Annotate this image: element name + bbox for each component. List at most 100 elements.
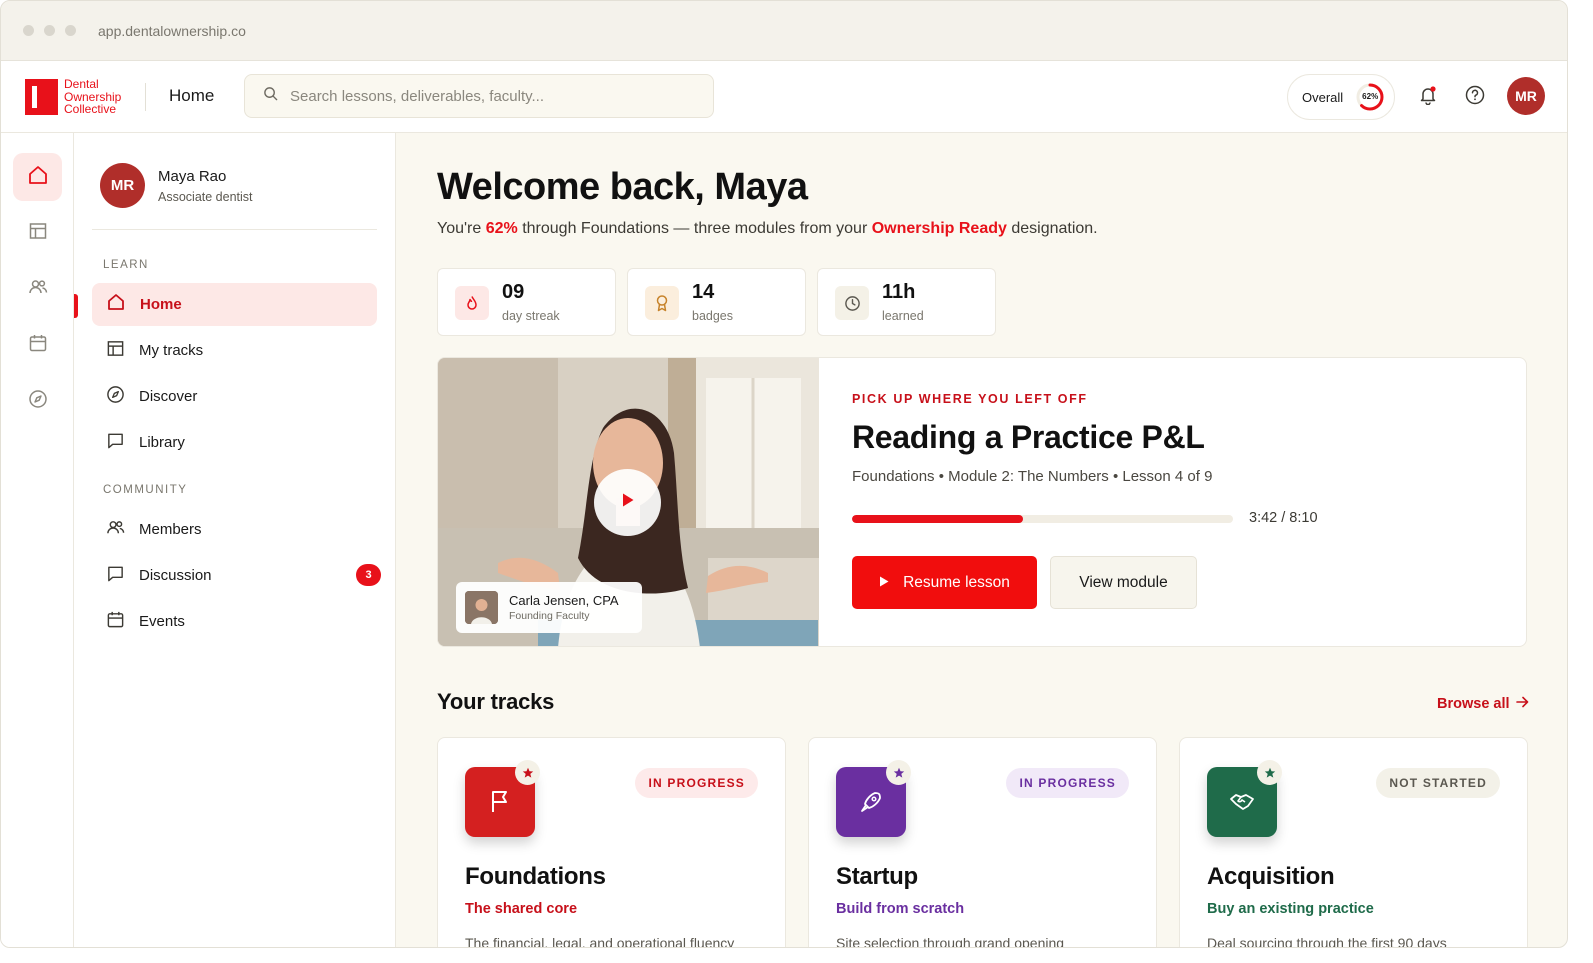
brand-logo[interactable]: Dental Ownership Collective [25, 78, 121, 116]
window-close-dot[interactable] [23, 25, 34, 36]
user-avatar[interactable]: MR [1507, 77, 1545, 115]
search-input[interactable] [290, 87, 690, 105]
rail-events[interactable] [13, 321, 62, 369]
lesson-progress-bar [852, 515, 1233, 523]
notifications-button[interactable] [1413, 82, 1443, 112]
stat-value: 11h [882, 281, 916, 303]
welcome-heading: Welcome back, Maya [437, 166, 808, 208]
sidebar-divider [92, 229, 377, 230]
sidebar: MR Maya Rao Associate dentist LEARN Home… [74, 133, 396, 947]
track-description: The financial, legal, and operational fl… [465, 935, 735, 948]
status-badge: IN PROGRESS [1006, 768, 1129, 798]
overall-progress-ring: 62% [1355, 82, 1385, 112]
track-card-foundations[interactable]: IN PROGRESS Foundations The shared core … [437, 737, 786, 948]
stat-value: 14 [692, 281, 715, 303]
address-bar[interactable]: app.dentalownership.co [98, 23, 246, 39]
overall-percent: 62% [1362, 92, 1379, 101]
sidebar-item-my-tracks[interactable]: My tracks [92, 329, 377, 372]
sidebar-item-label: Home [140, 296, 182, 313]
stat-label: day streak [502, 309, 560, 323]
sidebar-item-events[interactable]: Events [92, 600, 377, 643]
calendar-icon [28, 333, 48, 358]
star-icon [1257, 760, 1282, 785]
track-card-acquisition[interactable]: NOT STARTED Acquisition Buy an existing … [1179, 737, 1528, 948]
rail-members[interactable] [13, 265, 62, 313]
members-icon [28, 277, 48, 302]
lesson-progress-fill [852, 515, 1024, 523]
tracks-heading: Your tracks [437, 689, 555, 714]
lesson-video[interactable]: Carla Jensen, CPA Founding Faculty [438, 358, 819, 646]
summary-percent: 62% [485, 220, 518, 237]
bell-icon [1418, 85, 1438, 110]
stat-badges: 14 badges [627, 268, 806, 336]
resume-lesson-button[interactable]: Resume lesson [852, 556, 1037, 609]
sidebar-item-library[interactable]: Library [92, 421, 377, 464]
home-icon [106, 292, 126, 317]
badge-icon [645, 286, 679, 320]
user-role: Associate dentist [158, 189, 253, 204]
topbar-divider [145, 83, 146, 111]
active-indicator [74, 294, 78, 318]
discussion-icon [106, 564, 125, 588]
home-icon [27, 164, 49, 191]
avatar: MR [100, 163, 145, 208]
help-icon [1465, 85, 1485, 110]
window-minimize-dot[interactable] [44, 25, 55, 36]
icon-rail [1, 133, 74, 947]
track-description: Site selection through grand opening [836, 935, 1065, 948]
page-title: Home [169, 86, 215, 105]
summary-middle: through Foundations — three modules from… [517, 220, 872, 237]
rail-discover[interactable] [13, 377, 62, 425]
sidebar-item-discussion[interactable]: Discussion 3 [92, 554, 381, 597]
overall-label: Overall [1302, 89, 1344, 105]
status-badge: NOT STARTED [1376, 768, 1500, 798]
search-box[interactable] [244, 74, 714, 118]
stat-value: 09 [502, 281, 525, 303]
faculty-card: Carla Jensen, CPA Founding Faculty [456, 582, 642, 633]
status-badge: IN PROGRESS [635, 768, 758, 798]
main-content: Welcome back, Maya You're 62% through Fo… [396, 133, 1567, 948]
logo-text: Dental Ownership Collective [64, 78, 121, 116]
track-card-startup[interactable]: IN PROGRESS Startup Build from scratch S… [808, 737, 1157, 948]
rail-tracks[interactable] [13, 209, 62, 257]
window-maximize-dot[interactable] [65, 25, 76, 36]
help-button[interactable] [1460, 82, 1490, 112]
play-button[interactable] [594, 469, 661, 536]
section-label-learn: LEARN [103, 259, 149, 271]
resume-eyebrow: PICK UP WHERE YOU LEFT OFF [852, 392, 1088, 406]
play-icon [879, 574, 889, 592]
lesson-time: 3:42 / 8:10 [1249, 510, 1318, 526]
rail-home[interactable] [13, 153, 62, 201]
sidebar-item-label: Library [139, 434, 185, 451]
sidebar-item-home[interactable]: Home [92, 283, 377, 326]
sidebar-item-label: My tracks [139, 342, 204, 359]
track-description: Deal sourcing through the first 90 days [1207, 935, 1447, 948]
stat-streak: 09 day streak [437, 268, 616, 336]
track-tagline: Buy an existing practice [1207, 901, 1374, 917]
view-module-button[interactable]: View module [1050, 556, 1197, 609]
faculty-avatar [465, 591, 498, 624]
sidebar-item-label: Members [139, 521, 202, 538]
logo-line-3: Collective [64, 102, 117, 116]
search-icon [263, 86, 278, 106]
browser-chrome: app.dentalownership.co [1, 1, 1567, 61]
track-tagline: The shared core [465, 901, 578, 917]
tracks-icon [106, 339, 125, 363]
members-icon [106, 518, 125, 542]
overall-progress[interactable]: Overall 62% [1287, 74, 1395, 120]
sidebar-item-discover[interactable]: Discover [92, 375, 377, 418]
faculty-name: Carla Jensen, CPA [509, 593, 619, 608]
track-tagline: Build from scratch [836, 901, 965, 917]
star-icon [886, 760, 911, 785]
logo-line-1: Dental [64, 77, 99, 91]
stat-label: learned [882, 309, 924, 323]
logo-mark [25, 78, 58, 115]
user-profile[interactable]: MR Maya Rao Associate dentist [100, 163, 253, 208]
calendar-icon [106, 610, 125, 634]
stat-learned: 11h learned [817, 268, 996, 336]
track-name: Foundations [465, 863, 606, 890]
clock-icon [835, 286, 869, 320]
browse-all-link[interactable]: Browse all [1437, 696, 1529, 712]
sidebar-item-members[interactable]: Members [92, 508, 377, 551]
arrow-right-icon [1515, 696, 1529, 712]
